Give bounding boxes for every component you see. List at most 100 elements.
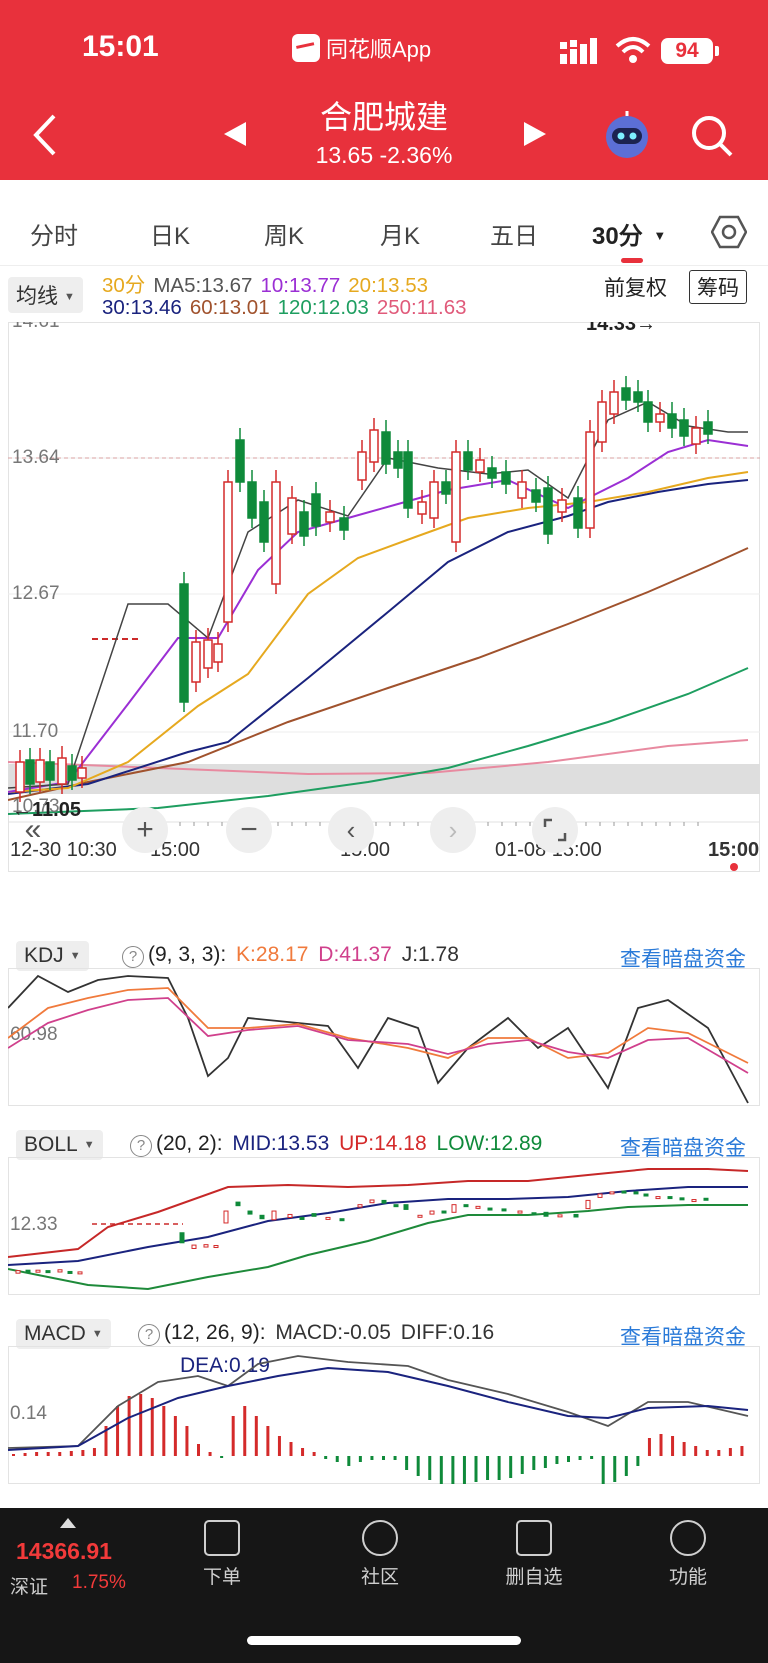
boll-candle bbox=[25, 1269, 31, 1273]
macd-bar bbox=[162, 1406, 166, 1456]
prev-stock-icon[interactable] bbox=[222, 120, 248, 148]
macd-name: MACD bbox=[24, 1322, 86, 1345]
help-icon[interactable]: ? bbox=[122, 946, 144, 968]
candle-body bbox=[191, 641, 201, 683]
macd-bar bbox=[613, 1456, 617, 1482]
nav-functions-label: 功能 bbox=[668, 1567, 707, 1588]
tab-day-k[interactable]: 日K bbox=[150, 216, 190, 251]
tab-five-day[interactable]: 五日 bbox=[490, 216, 538, 251]
ma-selector-label: 均线 bbox=[16, 285, 58, 308]
candle-body bbox=[15, 761, 25, 793]
macd-bar bbox=[590, 1456, 594, 1459]
ma-legend-row1: 30分 MA5:13.67 10:13.77 20:13.53 bbox=[102, 268, 436, 298]
back-icon[interactable] bbox=[30, 112, 60, 158]
candle-body bbox=[271, 481, 281, 585]
candle-body bbox=[517, 481, 527, 499]
candle-body bbox=[299, 511, 309, 537]
nav-remove-watchlist[interactable]: 删自选 bbox=[484, 1520, 584, 1589]
kdj-k: K:28.17 bbox=[236, 943, 309, 966]
indicator-select-kdj[interactable]: KDJ ▼ bbox=[16, 941, 89, 971]
search-icon[interactable] bbox=[690, 114, 734, 158]
macd-bar bbox=[69, 1451, 73, 1456]
indicator-select-macd[interactable]: MACD ▼ bbox=[16, 1319, 111, 1349]
order-icon bbox=[204, 1520, 240, 1556]
index-change: 1.75% bbox=[72, 1572, 126, 1593]
help-icon[interactable]: ? bbox=[138, 1324, 160, 1346]
price-chart[interactable]: 14.33→ ←11.05 14.61 13.64 12.67 11.70 10… bbox=[8, 322, 760, 872]
robot-assistant-icon[interactable] bbox=[602, 110, 652, 160]
fullscreen-button[interactable] bbox=[532, 807, 578, 853]
scroll-left-button[interactable]: ‹ bbox=[328, 807, 374, 853]
candle-body bbox=[403, 451, 413, 509]
index-value[interactable]: 14366.91 bbox=[16, 1538, 112, 1565]
caret-down-icon: ▼ bbox=[91, 1328, 103, 1340]
boll-candle bbox=[77, 1271, 83, 1275]
macd-params: (12, 26, 9): bbox=[164, 1321, 266, 1344]
nav-order[interactable]: 下单 bbox=[172, 1520, 272, 1589]
macd-bar bbox=[740, 1446, 744, 1456]
macd-bar bbox=[312, 1452, 316, 1456]
settings-hex-icon[interactable] bbox=[711, 214, 747, 250]
tab-30min-label: 30分 bbox=[592, 223, 643, 250]
ma120-value: 120:12.03 bbox=[277, 296, 369, 319]
nav-remove-label: 删自选 bbox=[505, 1567, 563, 1588]
boll-candle bbox=[643, 1193, 649, 1197]
boll-candle bbox=[679, 1197, 685, 1201]
header-bar: 15:01 同花顺App 94 合肥城建 13.65 -2.36% bbox=[0, 0, 768, 180]
nav-community[interactable]: 社区 bbox=[330, 1520, 430, 1589]
macd-bar bbox=[46, 1452, 50, 1456]
macd-bar bbox=[705, 1450, 709, 1456]
status-app-name: 同花顺App bbox=[326, 37, 432, 62]
candle-body bbox=[543, 487, 553, 535]
indicator-select-ma[interactable]: 均线 ▼ bbox=[8, 277, 83, 313]
tab-30min[interactable]: 30分 ▼ bbox=[592, 216, 666, 251]
next-stock-icon[interactable] bbox=[522, 120, 548, 148]
high-price-marker: 14.33→ bbox=[586, 322, 656, 335]
macd-bar bbox=[671, 1436, 675, 1456]
boll-candle bbox=[271, 1210, 277, 1221]
macd-bar bbox=[520, 1456, 524, 1474]
candle-body bbox=[633, 391, 643, 403]
chevron-left-icon: ‹ bbox=[346, 814, 356, 845]
live-dot bbox=[730, 863, 738, 871]
tab-week-k[interactable]: 周K bbox=[264, 216, 304, 251]
boll-candle bbox=[67, 1270, 73, 1274]
macd-bar bbox=[370, 1456, 374, 1460]
candle-body bbox=[25, 759, 35, 785]
macd-bar bbox=[509, 1456, 513, 1478]
active-tab-indicator bbox=[621, 258, 643, 263]
kdj-j: J:1.78 bbox=[401, 943, 459, 966]
boll-candle bbox=[357, 1204, 363, 1208]
zoom-in-button[interactable]: + bbox=[122, 807, 168, 853]
tab-fenshi[interactable]: 分时 bbox=[30, 216, 78, 251]
candle-body bbox=[475, 459, 485, 473]
macd-bar bbox=[289, 1442, 293, 1456]
collapse-button[interactable]: « bbox=[10, 807, 56, 853]
nav-functions[interactable]: 功能 bbox=[638, 1520, 738, 1589]
home-indicator bbox=[247, 1636, 521, 1645]
indicator-select-boll[interactable]: BOLL ▼ bbox=[16, 1130, 103, 1160]
macd-bar bbox=[601, 1456, 605, 1484]
macd-bar bbox=[567, 1456, 570, 1462]
boll-candle bbox=[339, 1218, 345, 1222]
macd-bar bbox=[243, 1406, 247, 1456]
candle-body bbox=[339, 517, 349, 531]
macd-bar bbox=[277, 1436, 281, 1456]
tab-month-k[interactable]: 月K bbox=[380, 216, 420, 251]
boll-candle bbox=[311, 1213, 317, 1217]
candle-body bbox=[57, 757, 67, 785]
restore-rights-label[interactable]: 前复权 bbox=[604, 272, 667, 302]
boll-candle bbox=[287, 1213, 293, 1219]
scroll-right-button[interactable]: › bbox=[430, 807, 476, 853]
zoom-out-button[interactable]: − bbox=[226, 807, 272, 853]
boll-candle bbox=[403, 1204, 409, 1210]
kdj-values: ? (9, 3, 3): K:28.17 D:41.37 J:1.78 bbox=[112, 943, 463, 968]
boll-candle bbox=[191, 1244, 197, 1249]
macd-bar bbox=[324, 1456, 328, 1459]
boll-candle bbox=[691, 1199, 697, 1203]
help-icon[interactable]: ? bbox=[130, 1135, 152, 1157]
minus-icon: − bbox=[240, 813, 258, 846]
macd-bar bbox=[636, 1456, 640, 1466]
candle-body bbox=[213, 643, 223, 663]
chips-button[interactable]: 筹码 bbox=[689, 270, 747, 304]
